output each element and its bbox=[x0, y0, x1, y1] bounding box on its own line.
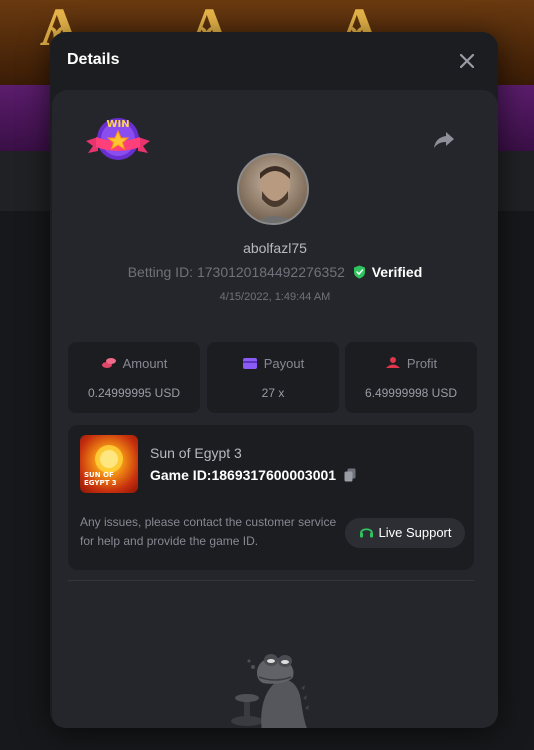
close-icon bbox=[459, 53, 475, 69]
stat-amount-header: Amount bbox=[68, 356, 200, 371]
share-button[interactable] bbox=[432, 130, 456, 150]
stat-payout-label: Payout bbox=[263, 356, 305, 371]
win-badge-icon: WIN bbox=[86, 118, 150, 160]
game-thumbnail[interactable]: SUN OF EGYPT 3 bbox=[80, 435, 138, 493]
modal-header: Details bbox=[50, 32, 498, 90]
live-support-button[interactable]: Live Support bbox=[345, 518, 465, 548]
stat-payout-value: 27 x bbox=[261, 386, 285, 400]
bet-details-card: WIN abolfazl75 Betting ID: 1730120184492… bbox=[52, 90, 498, 728]
divider bbox=[68, 580, 474, 581]
game-id-row: Game ID:1869317600003001 bbox=[150, 467, 356, 483]
betting-id-label: Betting ID: bbox=[127, 264, 194, 280]
stat-payout-header: Payout bbox=[207, 356, 339, 371]
profit-icon bbox=[385, 357, 400, 368]
copy-icon bbox=[344, 468, 356, 482]
game-name: Sun of Egypt 3 bbox=[150, 445, 242, 461]
user-photo bbox=[254, 166, 296, 223]
wallet-icon bbox=[242, 358, 257, 369]
avatar bbox=[237, 153, 309, 225]
game-id-label: Game ID: bbox=[150, 467, 212, 483]
bet-timestamp: 4/15/2022, 1:49:44 AM bbox=[219, 291, 331, 303]
share-icon bbox=[434, 132, 454, 148]
live-support-label: Live Support bbox=[378, 525, 452, 540]
headset-icon bbox=[359, 528, 373, 538]
support-message: Any issues, please contact the customer … bbox=[80, 515, 337, 548]
betting-id-row: Betting ID: 1730120184492276352 Verified bbox=[52, 264, 498, 280]
crocodile-mascot-icon bbox=[231, 654, 309, 728]
stat-payout: Payout 27 x bbox=[207, 342, 339, 413]
win-badge-text: WIN bbox=[106, 119, 129, 130]
stat-amount-label: Amount bbox=[122, 356, 168, 371]
stat-profit-value: 6.49999998 USD bbox=[364, 386, 458, 400]
game-id-value: 1869317600003001 bbox=[211, 467, 337, 483]
copy-button[interactable] bbox=[344, 468, 356, 482]
game-thumbnail-text: SUN OF EGYPT 3 bbox=[84, 471, 117, 487]
username: abolfazl75 bbox=[243, 240, 307, 256]
game-info-box: SUN OF EGYPT 3 Sun of Egypt 3 Game ID:18… bbox=[68, 425, 474, 570]
coins-icon bbox=[101, 358, 116, 368]
stat-profit: Profit 6.49999998 USD bbox=[345, 342, 477, 413]
betting-id-value: 1730120184492276352 bbox=[196, 264, 345, 280]
details-modal: Details WIN abolfazl75 Betting ID: 17301… bbox=[50, 32, 498, 728]
stat-profit-label: Profit bbox=[406, 356, 438, 371]
verified-label: Verified bbox=[371, 264, 423, 280]
modal-title: Details bbox=[67, 51, 120, 68]
stat-amount-value: 0.24999995 USD bbox=[87, 386, 181, 400]
stat-profit-header: Profit bbox=[345, 356, 477, 371]
verified-shield-icon bbox=[353, 265, 365, 279]
close-button[interactable] bbox=[456, 50, 478, 72]
stat-amount: Amount 0.24999995 USD bbox=[68, 342, 200, 413]
